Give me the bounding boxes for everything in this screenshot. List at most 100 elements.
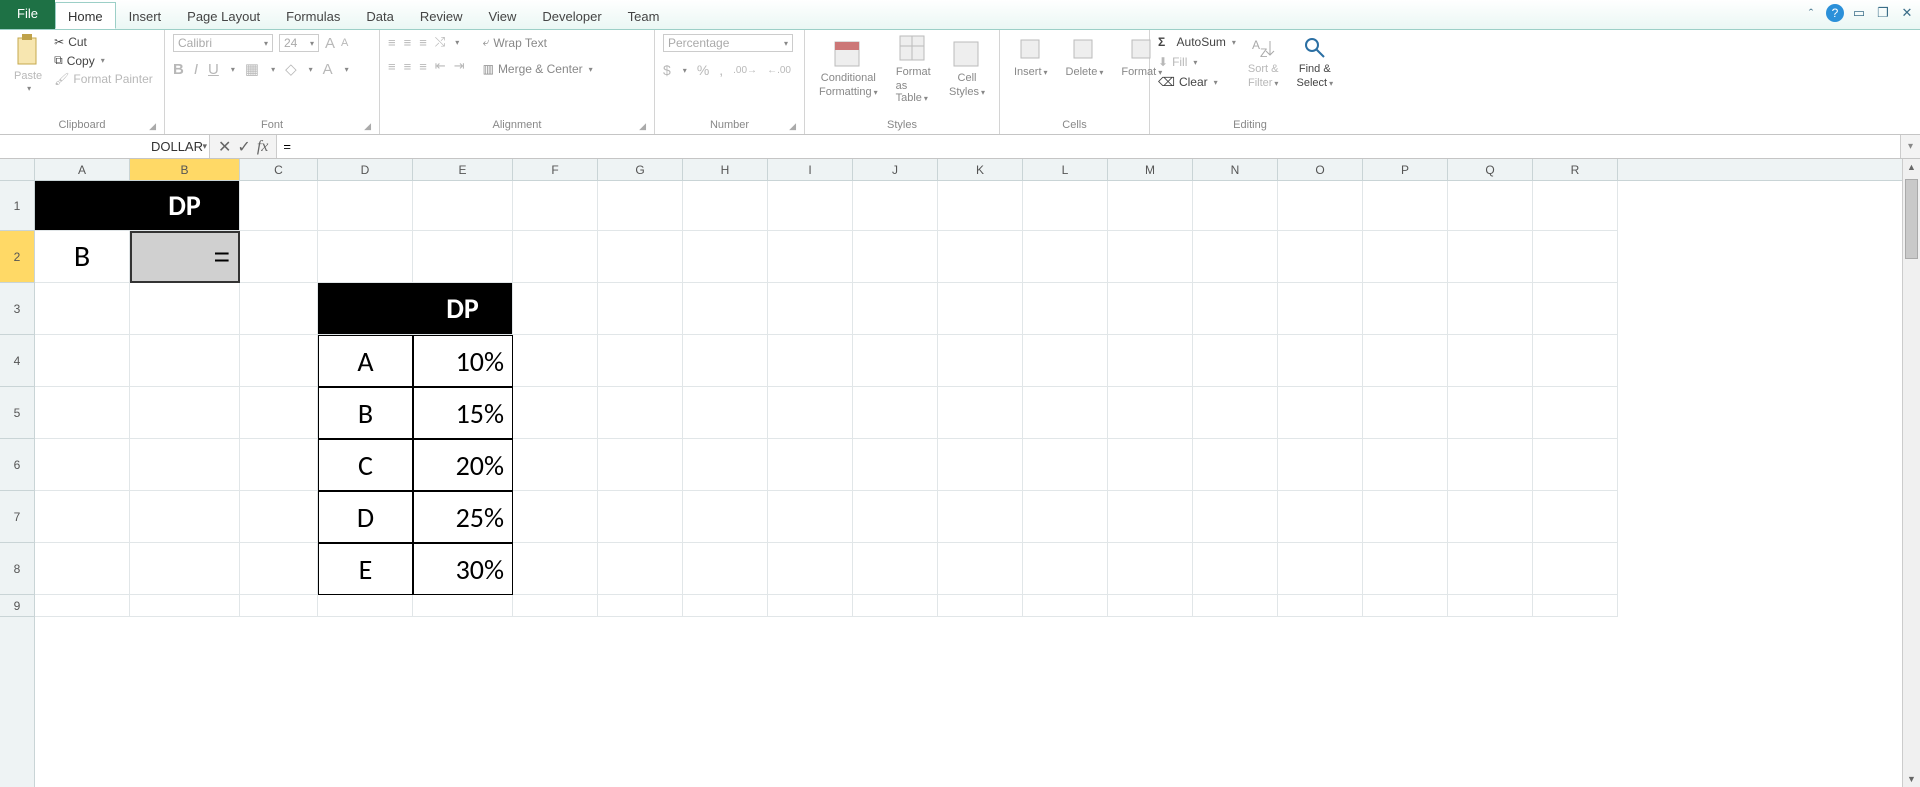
cell-D5[interactable]: B [318,387,413,439]
col-header-N[interactable]: N [1193,159,1278,180]
orientation-icon[interactable]: ⤭ [435,34,445,50]
cell-L3[interactable] [1023,283,1108,335]
col-header-G[interactable]: G [598,159,683,180]
cell-J3[interactable] [853,283,938,335]
col-header-J[interactable]: J [853,159,938,180]
cell-Q8[interactable] [1448,543,1533,595]
col-header-D[interactable]: D [318,159,413,180]
cell-C5[interactable] [240,387,318,439]
cell-P5[interactable] [1363,387,1448,439]
cell-J4[interactable] [853,335,938,387]
cell-B7[interactable] [130,491,240,543]
cell-F4[interactable] [513,335,598,387]
wrap-text-button[interactable]: ⤶Wrap Text [483,34,593,51]
clear-button[interactable]: ⌫Clear▾ [1158,74,1236,90]
col-header-B[interactable]: B [130,159,240,180]
cut-button[interactable]: ✂Cut [54,34,153,50]
cell-H1[interactable] [683,181,768,231]
cell-G1[interactable] [598,181,683,231]
cell-Q2[interactable] [1448,231,1533,283]
cell-D9[interactable] [318,595,413,617]
cell-A6[interactable] [35,439,130,491]
window-close-icon[interactable]: ✕ [1898,4,1916,22]
cell-R1[interactable] [1533,181,1618,231]
col-header-C[interactable]: C [240,159,318,180]
cell-Q6[interactable] [1448,439,1533,491]
ribbon-minimize-icon[interactable]: ˆ [1802,4,1820,22]
cell-C9[interactable] [240,595,318,617]
cell-Q7[interactable] [1448,491,1533,543]
cell-C6[interactable] [240,439,318,491]
percent-icon[interactable]: % [697,62,709,78]
col-header-A[interactable]: A [35,159,130,180]
cell-J9[interactable] [853,595,938,617]
cell-B6[interactable] [130,439,240,491]
cell-R7[interactable] [1533,491,1618,543]
cell-F8[interactable] [513,543,598,595]
cell-A8[interactable] [35,543,130,595]
tab-formulas[interactable]: Formulas [273,2,353,29]
cell-N8[interactable] [1193,543,1278,595]
font-launcher-icon[interactable]: ◢ [364,121,371,132]
col-header-H[interactable]: H [683,159,768,180]
cell-E5[interactable]: 15% [413,387,513,439]
cell-D4[interactable]: A [318,335,413,387]
cell-K3[interactable] [938,283,1023,335]
cell-P2[interactable] [1363,231,1448,283]
cell-R9[interactable] [1533,595,1618,617]
cell-H9[interactable] [683,595,768,617]
cell-P7[interactable] [1363,491,1448,543]
cell-L4[interactable] [1023,335,1108,387]
align-top-icon[interactable]: ≡ [388,35,396,50]
cell-R6[interactable] [1533,439,1618,491]
cell-J6[interactable] [853,439,938,491]
shrink-font-icon[interactable]: A [341,37,348,49]
cell-H8[interactable] [683,543,768,595]
cell-B9[interactable] [130,595,240,617]
col-header-R[interactable]: R [1533,159,1618,180]
cell-G7[interactable] [598,491,683,543]
cell-N7[interactable] [1193,491,1278,543]
cell-E6[interactable]: 20% [413,439,513,491]
tab-file[interactable]: File [0,0,55,29]
indent-decrease-icon[interactable]: ⇤ [435,58,446,74]
cell-I2[interactable] [768,231,853,283]
cell-O8[interactable] [1278,543,1363,595]
scroll-up-icon[interactable]: ▲ [1903,159,1920,175]
cell-M9[interactable] [1108,595,1193,617]
copy-button[interactable]: ⧉Copy▾ [54,52,153,69]
merge-center-button[interactable]: ▥Merge & Center▾ [483,61,593,77]
comma-icon[interactable]: , [719,62,723,78]
font-face-combo[interactable]: Calibri▾ [173,34,273,52]
cell-E8[interactable]: 30% [413,543,513,595]
align-right-icon[interactable]: ≡ [419,59,427,74]
col-header-I[interactable]: I [768,159,853,180]
font-color-button[interactable]: A [323,61,333,78]
align-center-icon[interactable]: ≡ [404,59,412,74]
cell-N1[interactable] [1193,181,1278,231]
bold-button[interactable]: B [173,61,184,78]
cell-N2[interactable] [1193,231,1278,283]
tab-home[interactable]: Home [55,2,116,29]
cell-G8[interactable] [598,543,683,595]
cell-Q3[interactable] [1448,283,1533,335]
cell-F9[interactable] [513,595,598,617]
cell-M2[interactable] [1108,231,1193,283]
row-header-7[interactable]: 7 [0,491,34,543]
cell-A3[interactable] [35,283,130,335]
cell-G6[interactable] [598,439,683,491]
indent-increase-icon[interactable]: ⇥ [454,58,465,74]
vertical-scrollbar[interactable]: ▲ ▼ [1902,159,1920,787]
cell-F2[interactable] [513,231,598,283]
italic-button[interactable]: I [194,61,198,78]
cell-P1[interactable] [1363,181,1448,231]
cell-I8[interactable] [768,543,853,595]
cell-B5[interactable] [130,387,240,439]
cell-P6[interactable] [1363,439,1448,491]
cell-E3[interactable]: DP [413,283,513,335]
underline-button[interactable]: U [208,61,219,78]
cell-N6[interactable] [1193,439,1278,491]
find-select-button[interactable]: Find &Select▾ [1291,35,1340,89]
cell-F6[interactable] [513,439,598,491]
cell-H5[interactable] [683,387,768,439]
